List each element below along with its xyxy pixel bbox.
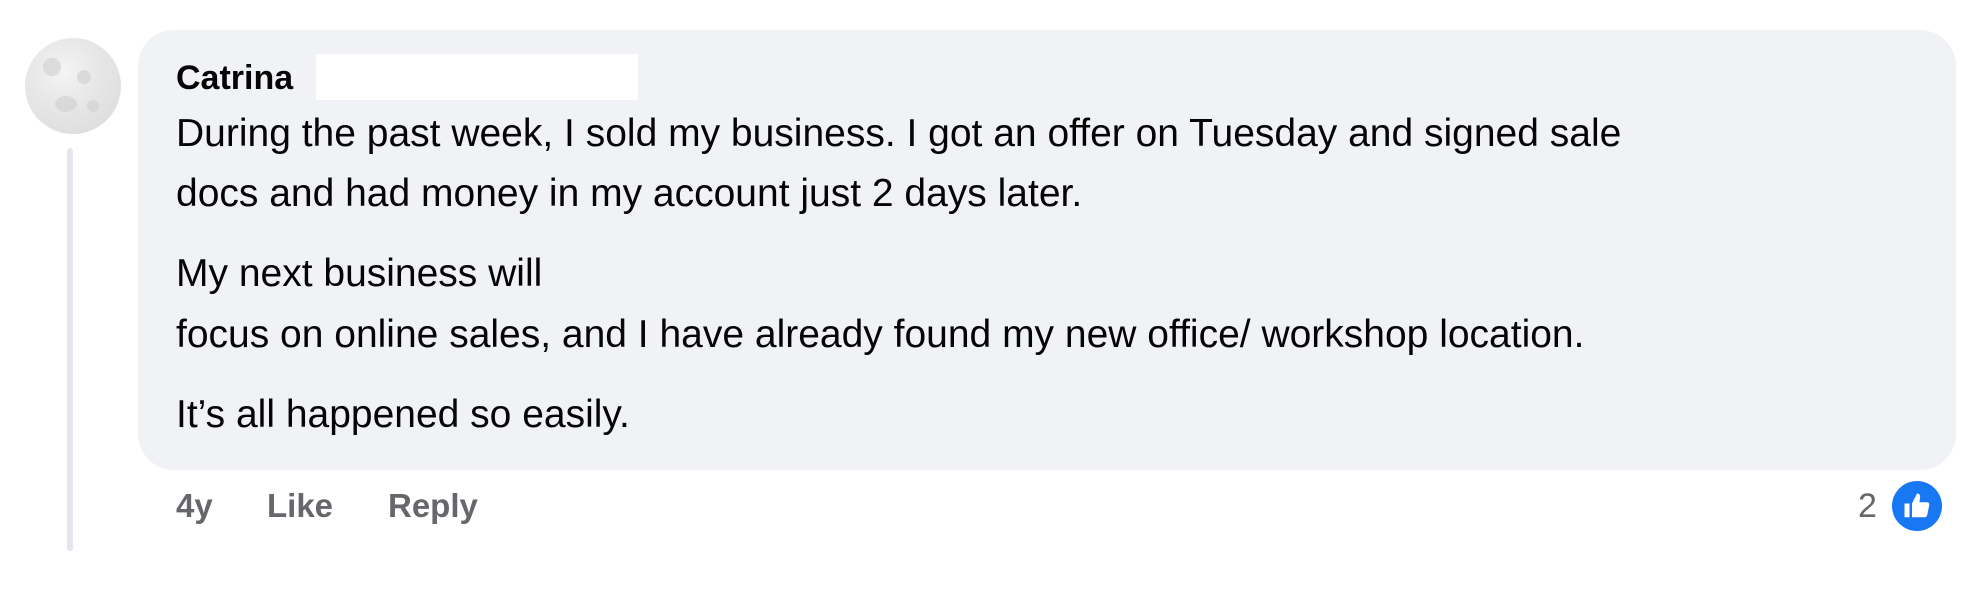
reaction-badge[interactable] <box>1889 478 1945 534</box>
avatar-texture <box>43 58 61 76</box>
comment-author-name[interactable]: Catrina <box>176 57 293 99</box>
avatar-texture <box>77 70 91 84</box>
comment-timestamp[interactable]: 4y <box>176 484 213 528</box>
avatar[interactable] <box>25 38 121 134</box>
thumbs-up-icon <box>1892 481 1942 531</box>
reply-button[interactable]: Reply <box>388 484 478 528</box>
comment-text-line: docs and had money in my account just 2 … <box>176 172 1083 215</box>
avatar-texture <box>87 100 99 112</box>
comment-text-line: focus on online sales, and I have alread… <box>176 313 1585 356</box>
comment-text-line: During the past week, I sold my business… <box>176 112 1622 155</box>
like-button[interactable]: Like <box>267 484 333 528</box>
reaction-count[interactable]: 2 <box>1858 484 1877 528</box>
comment-text-line: My next business will <box>176 252 543 295</box>
avatar-texture <box>55 96 77 112</box>
thread-line <box>67 148 73 551</box>
redacted-surname <box>316 54 638 100</box>
comment-text-line: It’s all happened so easily. <box>176 393 630 436</box>
